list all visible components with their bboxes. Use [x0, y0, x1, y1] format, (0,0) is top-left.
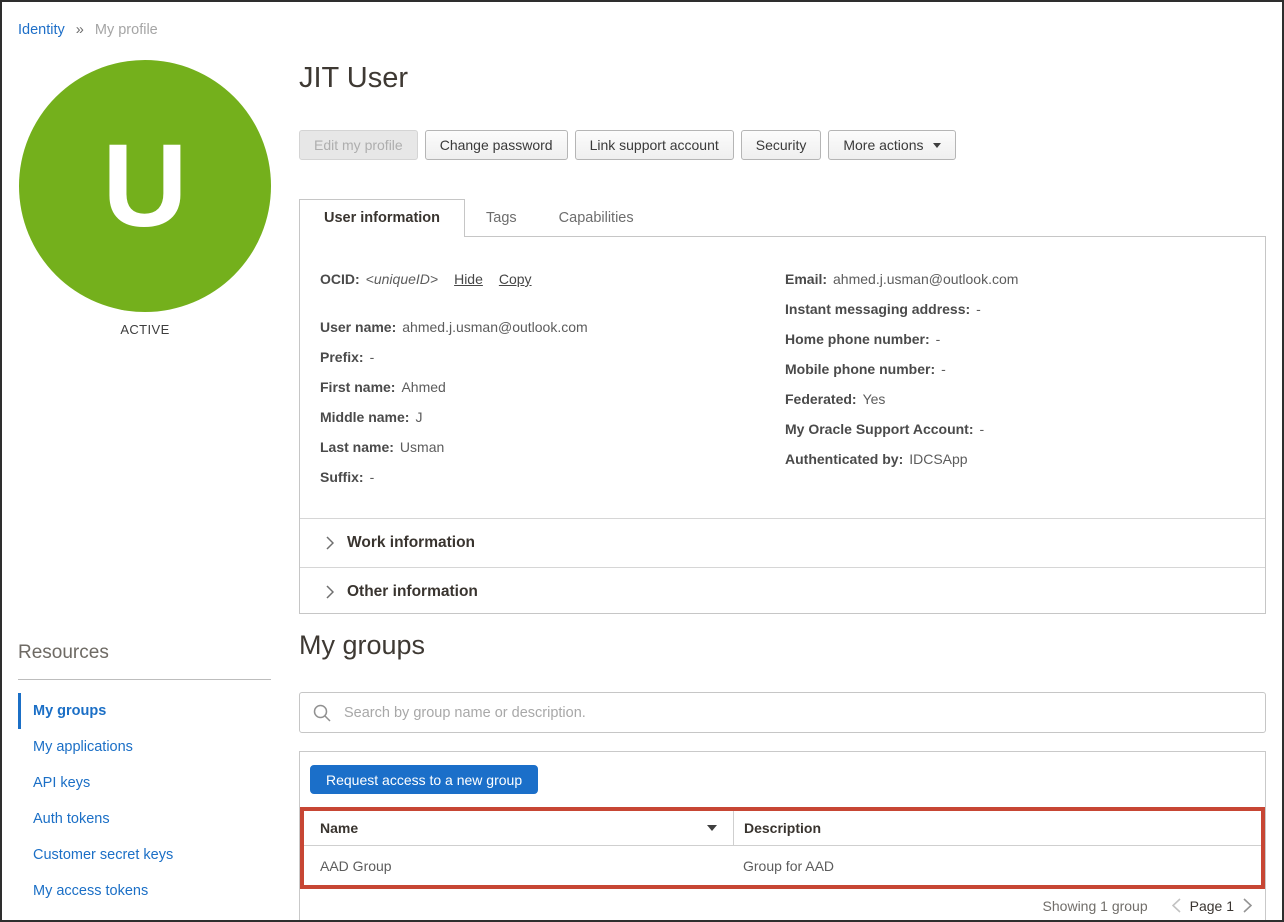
field-home-phone: Home phone number:-: [785, 324, 1265, 354]
tab-bar: User information Tags Capabilities: [299, 199, 655, 237]
field-oracle-support-account: My Oracle Support Account:-: [785, 414, 1265, 444]
page-indicator: Page 1: [1190, 898, 1234, 914]
link-support-account-button[interactable]: Link support account: [575, 130, 734, 160]
column-header-description: Description: [733, 811, 1261, 845]
resources-title: Resources: [18, 642, 271, 664]
groups-container: Request access to a new group Name Descr…: [299, 751, 1266, 922]
breadcrumb-identity-link[interactable]: Identity: [18, 22, 65, 38]
security-button[interactable]: Security: [741, 130, 822, 160]
resources-divider: [18, 679, 271, 680]
chevron-right-icon: [326, 585, 334, 599]
column-header-name[interactable]: Name: [304, 811, 733, 845]
groups-table-highlight: Name Description AAD Group Group for AAD: [300, 807, 1265, 889]
chevron-left-icon: [1172, 898, 1181, 913]
avatar: U: [19, 60, 271, 312]
chevron-down-icon: [933, 143, 941, 148]
sidebar-item-my-access-tokens[interactable]: My access tokens: [18, 873, 271, 909]
breadcrumb-separator: »: [76, 22, 84, 38]
field-federated: Federated:Yes: [785, 384, 1265, 414]
table-footer: Showing 1 group Page 1: [300, 889, 1265, 922]
ocid-label: OCID:: [320, 271, 360, 287]
field-mobile-phone: Mobile phone number:-: [785, 354, 1265, 384]
field-middle-name: Middle name:J: [320, 402, 750, 432]
pagination-next[interactable]: [1243, 898, 1252, 913]
request-access-button[interactable]: Request access to a new group: [310, 765, 538, 794]
edit-profile-button: Edit my profile: [299, 130, 418, 160]
sort-descending-icon: [707, 825, 717, 831]
chevron-right-icon: [326, 536, 334, 550]
field-user-name: User name:ahmed.j.usman@outlook.com: [320, 312, 750, 342]
sidebar-item-my-groups[interactable]: My groups: [18, 693, 271, 729]
tab-capabilities[interactable]: Capabilities: [538, 199, 655, 237]
resources-list: My groups My applications API keys Auth …: [18, 693, 271, 909]
field-email: Email:ahmed.j.usman@outlook.com: [785, 264, 1265, 294]
status-badge: ACTIVE: [19, 322, 271, 337]
column-header-name-label: Name: [320, 820, 358, 836]
chevron-right-icon: [1243, 898, 1252, 913]
search-icon: [312, 703, 332, 723]
sidebar-item-api-keys[interactable]: API keys: [18, 765, 271, 801]
field-first-name: First name:Ahmed: [320, 372, 750, 402]
sidebar-item-my-applications[interactable]: My applications: [18, 729, 271, 765]
pagination-prev: [1172, 898, 1181, 913]
other-information-section[interactable]: Other information: [300, 567, 1265, 616]
user-info-right-column: Email:ahmed.j.usman@outlook.com Instant …: [785, 264, 1265, 518]
avatar-letter: U: [102, 127, 187, 245]
field-prefix: Prefix:-: [320, 342, 750, 372]
breadcrumb-current: My profile: [95, 22, 158, 38]
field-suffix: Suffix:-: [320, 462, 750, 492]
sidebar-item-customer-secret-keys[interactable]: Customer secret keys: [18, 837, 271, 873]
user-info-left-column: OCID: <uniqueID> Hide Copy User name:ahmed.…: [320, 264, 750, 518]
cell-group-name: AAD Group: [304, 858, 733, 874]
copy-link[interactable]: Copy: [499, 271, 532, 287]
more-actions-button[interactable]: More actions: [828, 130, 955, 160]
cell-group-description: Group for AAD: [733, 858, 1261, 874]
group-search-box: [299, 692, 1266, 733]
page-title: JIT User: [299, 62, 408, 95]
field-authenticated-by: Authenticated by:IDCSApp: [785, 444, 1265, 474]
hide-link[interactable]: Hide: [454, 271, 483, 287]
field-last-name: Last name:Usman: [320, 432, 750, 462]
groups-table-header: Name Description: [304, 811, 1261, 846]
more-actions-label: More actions: [843, 137, 923, 153]
showing-count: Showing 1 group: [1043, 898, 1148, 914]
ocid-value: <uniqueID>: [366, 271, 438, 287]
tab-tags[interactable]: Tags: [465, 199, 538, 237]
app-window: Identity » My profile U ACTIVE Resources…: [0, 0, 1284, 922]
user-information-panel: OCID: <uniqueID> Hide Copy User name:ahmed.…: [299, 236, 1266, 614]
sidebar-item-auth-tokens[interactable]: Auth tokens: [18, 801, 271, 837]
field-ocid: OCID: <uniqueID> Hide Copy: [320, 264, 750, 294]
action-buttons: Edit my profile Change password Link sup…: [299, 130, 956, 160]
table-row[interactable]: AAD Group Group for AAD: [304, 846, 1261, 885]
resources-sidebar: Resources My groups My applications API …: [18, 642, 271, 909]
work-information-section[interactable]: Work information: [300, 518, 1265, 567]
breadcrumb: Identity » My profile: [18, 22, 158, 38]
user-info-columns: OCID: <uniqueID> Hide Copy User name:ahmed.…: [300, 237, 1265, 518]
my-groups-heading: My groups: [299, 630, 425, 661]
change-password-button[interactable]: Change password: [425, 130, 568, 160]
work-information-label: Work information: [347, 534, 475, 552]
tab-user-information[interactable]: User information: [299, 199, 465, 237]
other-information-label: Other information: [347, 583, 478, 601]
search-input[interactable]: [344, 705, 1253, 721]
field-instant-messaging: Instant messaging address:-: [785, 294, 1265, 324]
